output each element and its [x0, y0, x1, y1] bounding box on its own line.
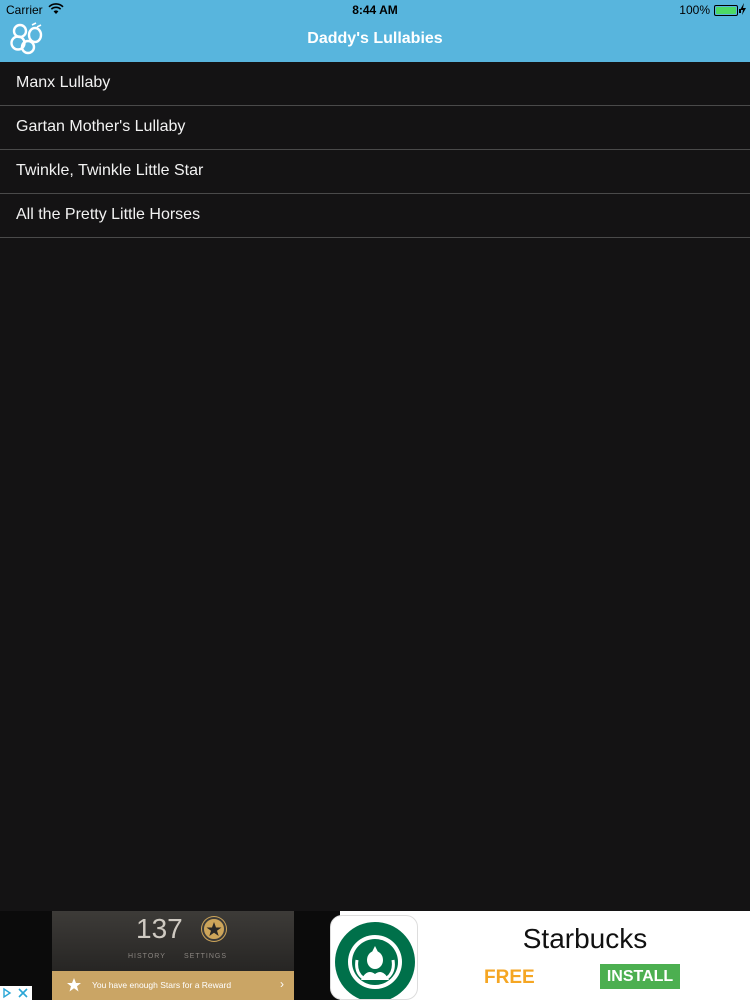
install-button[interactable]: INSTALL: [600, 964, 680, 989]
tab-settings: SETTINGS: [184, 953, 228, 960]
ad-brand-name: Starbucks: [522, 923, 648, 954]
app-screen: Carrier 8:44 AM 100% Daddy's Lullabies M…: [0, 0, 750, 1000]
list-item[interactable]: All the Pretty Little Horses: [0, 194, 750, 238]
star-icon: [67, 978, 81, 992]
header: Carrier 8:44 AM 100% Daddy's Lullabies: [0, 0, 750, 62]
list-item-label: Gartan Mother's Lullaby: [16, 118, 186, 135]
battery-icon: [714, 5, 741, 16]
tab-history: HISTORY: [128, 953, 166, 960]
list-item-label: Twinkle, Twinkle Little Star: [16, 162, 204, 179]
list-item-label: Manx Lullaby: [16, 74, 111, 91]
starbucks-logo-icon: [330, 915, 418, 1000]
adchoices-icon[interactable]: [0, 986, 32, 1000]
status-time: 8:44 AM: [352, 3, 398, 17]
song-list: Manx Lullaby Gartan Mother's Lullaby Twi…: [0, 62, 750, 238]
reward-text: You have enough Stars for a Reward: [92, 980, 232, 990]
ad-price: FREE: [484, 967, 535, 988]
stars-count: 137: [136, 913, 183, 944]
battery-percent: 100%: [679, 3, 710, 17]
list-item[interactable]: Gartan Mother's Lullaby: [0, 106, 750, 150]
reward-bar: You have enough Stars for a Reward ›: [52, 971, 294, 1000]
page-title: Daddy's Lullabies: [307, 30, 443, 47]
ad-banner[interactable]: 137 HISTORY SETTINGS You have enough Sta…: [0, 911, 750, 1000]
list-item[interactable]: Manx Lullaby: [0, 62, 750, 106]
status-bar: Carrier 8:44 AM 100%: [0, 0, 750, 20]
list-item[interactable]: Twinkle, Twinkle Little Star: [0, 150, 750, 194]
ad-phone-image: 137 HISTORY SETTINGS You have enough Sta…: [38, 911, 310, 1000]
ad-phone-screen: 137 HISTORY SETTINGS You have enough Sta…: [52, 911, 294, 1000]
list-item-label: All the Pretty Little Horses: [16, 206, 201, 223]
nav-bar: Daddy's Lullabies: [0, 20, 750, 62]
chevron-right-icon: ›: [280, 977, 284, 991]
charging-icon: [740, 3, 746, 15]
star-badge-icon: [202, 917, 226, 941]
